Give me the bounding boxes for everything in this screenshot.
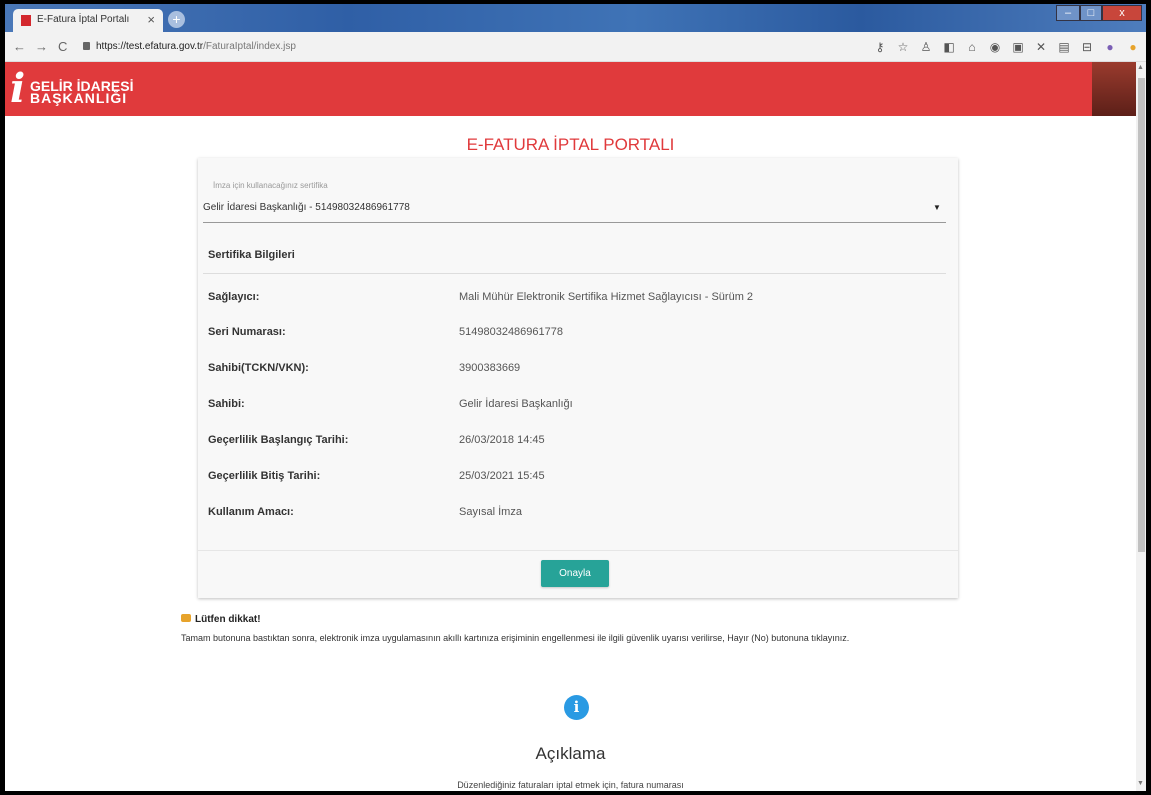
extension-icon[interactable]: ◉ bbox=[988, 40, 1002, 54]
window-controls: – □ x bbox=[1056, 5, 1142, 21]
info-row-owner-id: Sahibi(TCKN/VKN): 3900383669 bbox=[208, 362, 948, 376]
extension-icon[interactable]: ▤ bbox=[1057, 40, 1071, 54]
address-bar[interactable]: https://test.efatura.gov.tr/FaturaIptal/… bbox=[83, 41, 296, 52]
person-icon[interactable]: ♙ bbox=[919, 40, 933, 54]
address-toolbar: ← → C https://test.efatura.gov.tr/Fatura… bbox=[5, 32, 1146, 62]
info-key: Geçerlilik Başlangıç Tarihi: bbox=[208, 434, 349, 446]
info-key: Kullanım Amacı: bbox=[208, 506, 294, 518]
info-row-serial: Seri Numarası: 51498032486961778 bbox=[208, 326, 948, 340]
certificate-info-title: Sertifika Bilgileri bbox=[208, 249, 295, 261]
info-value: 3900383669 bbox=[459, 362, 521, 374]
certificate-select-label: İmza için kullanacağınız sertifika bbox=[213, 181, 328, 190]
new-tab-button[interactable]: + bbox=[168, 11, 185, 28]
info-value: 26/03/2018 14:45 bbox=[459, 434, 545, 446]
info-value: Sayısal İmza bbox=[459, 506, 522, 518]
key-icon[interactable]: ⚷ bbox=[873, 40, 887, 54]
chevron-down-icon[interactable]: ▼ bbox=[933, 203, 941, 212]
divider bbox=[198, 550, 958, 551]
extension-icon[interactable]: ⊟ bbox=[1080, 40, 1094, 54]
lock-icon bbox=[83, 42, 90, 50]
minimize-button[interactable]: – bbox=[1056, 5, 1080, 21]
extension-icon[interactable]: ◧ bbox=[942, 40, 956, 54]
info-value: Mali Mühür Elektronik Sertifika Hizmet S… bbox=[459, 291, 754, 303]
tab-title: E-Fatura İptal Portalı bbox=[37, 14, 130, 25]
description-text: Düzenlediğiniz faturaları iptal etmek iç… bbox=[457, 780, 684, 790]
info-value: 25/03/2021 15:45 bbox=[459, 470, 545, 482]
forward-icon[interactable]: → bbox=[35, 39, 48, 54]
confirm-button[interactable]: Onayla bbox=[541, 560, 609, 587]
site-header: i GELİR İDARESİ BAŞKANLIĞI bbox=[5, 62, 1136, 116]
reload-icon[interactable]: C bbox=[58, 39, 67, 54]
info-row-valid-from: Geçerlilik Başlangıç Tarihi: 26/03/2018 … bbox=[208, 434, 948, 448]
notice-text: Tamam butonuna bastıktan sonra, elektron… bbox=[181, 633, 850, 643]
close-window-button[interactable]: x bbox=[1102, 5, 1142, 21]
info-key: Sahibi: bbox=[208, 398, 245, 410]
notice-title: Lütfen dikkat! bbox=[181, 614, 261, 625]
scroll-down-icon[interactable]: ▼ bbox=[1137, 780, 1144, 787]
scrollbar-thumb[interactable] bbox=[1138, 78, 1145, 552]
info-row-provider: Sağlayıcı: Mali Mühür Elektronik Sertifi… bbox=[208, 291, 948, 305]
page-title: E-FATURA İPTAL PORTALI bbox=[466, 135, 675, 154]
favicon-icon bbox=[21, 15, 31, 26]
maximize-button[interactable]: □ bbox=[1080, 5, 1102, 21]
extension-icon[interactable]: ▣ bbox=[1011, 40, 1025, 54]
info-value: 51498032486961778 bbox=[459, 326, 564, 338]
info-key: Sağlayıcı: bbox=[208, 291, 260, 303]
certificate-card: İmza için kullanacağınız sertifika Gelir… bbox=[198, 158, 958, 598]
star-icon[interactable]: ☆ bbox=[896, 40, 910, 54]
thumbs-up-icon bbox=[181, 614, 191, 622]
profile-icon[interactable]: ● bbox=[1103, 40, 1117, 54]
extension-icons: ⚷ ☆ ♙ ◧ ⌂ ◉ ▣ ✕ ▤ ⊟ ● ● bbox=[873, 40, 1140, 54]
info-row-owner: Sahibi: Gelir İdaresi Başkanlığı bbox=[208, 398, 948, 412]
certificate-select[interactable]: Gelir İdaresi Başkanlığı - 5149803248696… bbox=[203, 202, 410, 213]
info-row-valid-to: Geçerlilik Bitiş Tarihi: 25/03/2021 15:4… bbox=[208, 470, 948, 484]
back-icon[interactable]: ← bbox=[13, 39, 26, 54]
description-title: Açıklama bbox=[535, 744, 606, 763]
info-icon: i bbox=[564, 695, 589, 720]
portrait-image bbox=[1092, 62, 1136, 116]
tab-strip: E-Fatura İptal Portalı × + – □ x bbox=[5, 4, 1146, 32]
info-value: Gelir İdaresi Başkanlığı bbox=[459, 398, 573, 410]
browser-tab[interactable]: E-Fatura İptal Portalı × bbox=[13, 9, 163, 32]
page-scrollbar[interactable]: ▲ ▼ bbox=[1136, 62, 1146, 791]
info-key: Sahibi(TCKN/VKN): bbox=[208, 362, 309, 374]
url-path: /FaturaIptal/index.jsp bbox=[203, 41, 296, 52]
url-host: https://test.efatura.gov.tr bbox=[96, 41, 204, 52]
browser-window: E-Fatura İptal Portalı × + – □ x ← → C h… bbox=[5, 4, 1146, 791]
select-underline bbox=[203, 222, 946, 223]
extension-icon[interactable]: ✕ bbox=[1034, 40, 1048, 54]
info-key: Seri Numarası: bbox=[208, 326, 286, 338]
divider bbox=[203, 273, 946, 274]
logo-line-2: BAŞKANLIĞI bbox=[30, 90, 128, 106]
scroll-up-icon[interactable]: ▲ bbox=[1137, 64, 1144, 71]
notice-title-text: Lütfen dikkat! bbox=[195, 614, 261, 625]
lock-icon[interactable]: ⌂ bbox=[965, 40, 979, 54]
tab-close-icon[interactable]: × bbox=[147, 12, 155, 27]
info-key: Geçerlilik Bitiş Tarihi: bbox=[208, 470, 321, 482]
extension-icon[interactable]: ● bbox=[1126, 40, 1140, 54]
info-row-usage: Kullanım Amacı: Sayısal İmza bbox=[208, 506, 948, 520]
logo-mark: i bbox=[10, 65, 26, 112]
